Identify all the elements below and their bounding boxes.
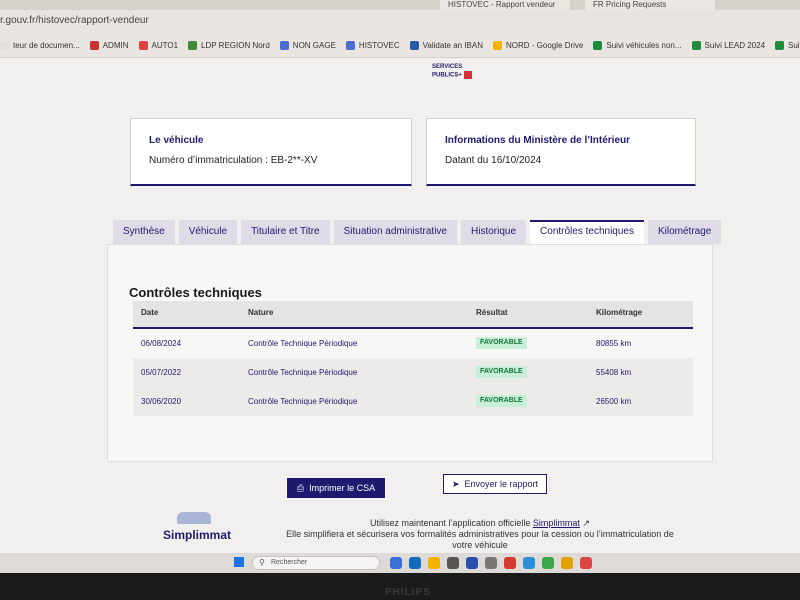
row-date: 30/06/2020 — [141, 397, 182, 406]
car-icon — [177, 512, 211, 524]
app-icon[interactable] — [542, 557, 554, 569]
simplimmat-promo: Utilisez maintenant l’application offici… — [286, 518, 674, 550]
controles-table: Date Nature Résultat Kilométrage 06/08/2… — [133, 301, 693, 416]
bookmarks-bar: teur de documen... ADMIN AUTO1 LDP REGION N… — [0, 34, 800, 58]
external-link-icon: ↗ — [582, 518, 590, 528]
plus-icon — [463, 71, 472, 79]
col-resultat: Résultat — [476, 308, 508, 317]
folder-icon[interactable] — [428, 557, 440, 569]
bookmark-item[interactable]: teur de documen... — [0, 41, 80, 50]
tab-controles-techniques[interactable]: Contrôles techniques — [530, 220, 644, 244]
bookmark-item[interactable]: Suivi LEAD 2024 — [691, 41, 765, 50]
bookmark-item[interactable]: Validate an IBAN — [409, 41, 483, 50]
row-nature: Contrôle Technique Périodique — [248, 339, 358, 348]
tab-situation[interactable]: Situation administrative — [333, 220, 457, 244]
taskbar-apps — [390, 557, 599, 569]
row-km: 80855 km — [596, 339, 632, 348]
result-badge: FAVORABLE — [476, 337, 527, 349]
tab-synthese[interactable]: Synthèse — [113, 220, 175, 244]
registration-number: Numéro d’immatriculation : EB-2**-XV — [149, 155, 318, 166]
bookmark-icon — [345, 41, 355, 50]
bookmark-icon — [775, 41, 785, 50]
browser-tab-histovec[interactable]: HISTOVEC - Rapport vendeur — [440, 0, 570, 10]
bookmark-item[interactable]: ADMIN — [89, 41, 129, 50]
tab-titulaire[interactable]: Titulaire et Titre — [241, 220, 330, 244]
send-icon: ➤ — [451, 478, 460, 489]
browser-tab-strip: HISTOVEC - Rapport vendeur FR Pricing Re… — [0, 0, 800, 10]
bookmark-item[interactable]: LDP REGION Nord — [188, 41, 270, 50]
row-km: 26500 km — [596, 397, 632, 406]
tab-vehicule[interactable]: Véhicule — [178, 220, 238, 244]
table-row: 05/07/2022 Contrôle Technique Périodique… — [133, 358, 693, 387]
table-row: 06/08/2024 Contrôle Technique Périodique… — [133, 329, 693, 358]
vehicle-card: Le véhicule Numéro d’immatriculation : E… — [130, 118, 412, 186]
bookmark-icon — [493, 41, 503, 50]
app-icon[interactable] — [390, 557, 402, 569]
report-tabs: Synthèse Véhicule Titulaire et Titre Sit… — [113, 220, 725, 244]
row-date: 06/08/2024 — [141, 339, 182, 348]
app-icon[interactable] — [466, 557, 478, 569]
row-km: 55408 km — [596, 368, 632, 377]
bookmark-item[interactable]: AUTO1 — [138, 41, 178, 50]
app-icon[interactable] — [580, 557, 592, 569]
url-text: r.gouv.fr/histovec/rapport-vendeur — [0, 15, 149, 26]
bookmark-item[interactable]: Suivi Perf Admin -... — [775, 41, 800, 50]
bookmark-icon — [409, 41, 419, 50]
app-icon[interactable] — [523, 557, 535, 569]
simplimmat-link[interactable]: Simplimmat — [533, 518, 580, 528]
col-nature: Nature — [248, 308, 274, 317]
row-nature: Contrôle Technique Périodique — [248, 397, 358, 406]
print-csa-button[interactable]: ⎙ Imprimer le CSA — [287, 478, 385, 498]
bookmark-item[interactable]: NORD - Google Drive — [493, 41, 583, 50]
tab-kilometrage[interactable]: Kilométrage — [647, 220, 722, 244]
row-nature: Contrôle Technique Périodique — [248, 368, 358, 377]
table-header: Date Nature Résultat Kilométrage — [133, 301, 693, 329]
bookmark-icon — [188, 41, 198, 50]
bookmark-icon — [89, 41, 99, 50]
ministry-card-title: Informations du Ministère de l’Intérieur — [445, 135, 631, 146]
taskbar-search[interactable]: ⚲ Rechercher — [252, 556, 380, 570]
bookmark-icon — [593, 41, 603, 50]
result-badge: FAVORABLE — [476, 366, 527, 378]
bookmark-item[interactable]: NON GAGE — [279, 41, 336, 50]
edge-icon[interactable] — [409, 557, 421, 569]
section-title: Contrôles techniques — [129, 285, 262, 300]
browser-tab-pricing[interactable]: FR Pricing Requests — [585, 0, 715, 10]
report-date: Datant du 16/10/2024 — [445, 155, 542, 166]
tab-historique[interactable]: Historique — [461, 220, 527, 244]
col-kilometrage: Kilométrage — [596, 308, 643, 317]
chrome-icon[interactable] — [561, 557, 573, 569]
controles-panel: Contrôles techniques Date Nature Résulta… — [107, 244, 713, 462]
row-date: 05/07/2022 — [141, 368, 182, 377]
col-date: Date — [141, 308, 159, 317]
table-row: 30/06/2020 Contrôle Technique Périodique… — [133, 387, 693, 416]
vehicle-card-title: Le véhicule — [149, 135, 204, 146]
search-icon: ⚲ — [259, 558, 265, 567]
opera-icon[interactable] — [504, 557, 516, 569]
taskbar: ⚲ Rechercher — [0, 553, 800, 573]
bookmark-icon — [0, 41, 9, 50]
address-bar[interactable]: r.gouv.fr/histovec/rapport-vendeur — [0, 10, 800, 34]
printer-icon: ⎙ — [296, 482, 305, 493]
bookmark-icon — [691, 41, 701, 50]
bookmark-icon — [279, 41, 289, 50]
page-content: SERVICES PUBLICS+ Le véhicule Numéro d’i… — [0, 58, 800, 553]
services-publics-logo: SERVICES PUBLICS+ — [432, 64, 472, 80]
monitor-brand: PHILIPS — [385, 587, 431, 598]
send-report-button[interactable]: ➤ Envoyer le rapport — [443, 474, 547, 494]
ministry-card: Informations du Ministère de l’Intérieur… — [426, 118, 696, 186]
app-icon[interactable] — [447, 557, 459, 569]
bookmark-item[interactable]: Suivi véhicules non... — [593, 41, 682, 50]
simplimmat-logo: Simplimmat — [163, 512, 231, 542]
bookmark-icon — [138, 41, 148, 50]
app-icon[interactable] — [485, 557, 497, 569]
windows-start-icon[interactable] — [234, 557, 244, 567]
bookmark-item[interactable]: HISTOVEC — [345, 41, 400, 50]
result-badge: FAVORABLE — [476, 395, 527, 407]
